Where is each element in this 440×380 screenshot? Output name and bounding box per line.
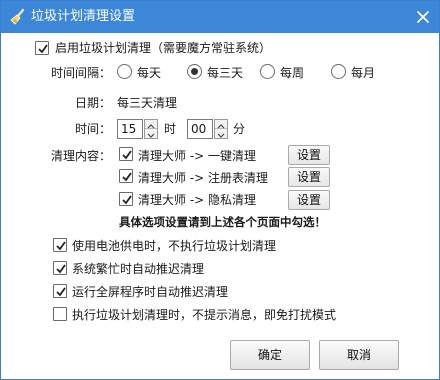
fullscreen-option-label: 运行全屏程序时自动推迟清理 xyxy=(72,285,229,299)
minute-unit: 分 xyxy=(233,122,246,136)
radio-daily-label: 每天 xyxy=(137,66,162,80)
radio-daily[interactable] xyxy=(117,64,132,79)
busy-option-checkbox[interactable] xyxy=(53,261,67,275)
radio-monthly[interactable] xyxy=(331,64,346,79)
minute-up-arrow-icon[interactable] xyxy=(215,120,227,129)
hour-spinner[interactable] xyxy=(144,119,158,139)
registry-settings-button[interactable]: 设置 xyxy=(288,167,330,187)
clean-content-label: 清理内容： xyxy=(51,149,112,163)
silent-mode-checkbox[interactable] xyxy=(53,307,67,321)
clean-item-label: 清理大师 -> 一键清理 xyxy=(138,149,257,163)
hour-unit: 时 xyxy=(164,122,177,136)
clean-item-checkbox-privacy[interactable] xyxy=(119,192,133,206)
radio-monthly-label: 每月 xyxy=(351,66,376,80)
fullscreen-option-checkbox[interactable] xyxy=(53,284,67,298)
minute-down-arrow-icon[interactable] xyxy=(215,129,227,138)
clean-item-label: 清理大师 -> 注册表清理 xyxy=(138,171,269,185)
battery-option-checkbox[interactable] xyxy=(53,238,67,252)
hour-up-arrow-icon[interactable] xyxy=(145,120,157,129)
clean-item-checkbox-oneclick[interactable] xyxy=(119,147,133,161)
cancel-button[interactable]: 取消 xyxy=(319,340,399,370)
silent-mode-label: 执行垃圾计划清理时，不提示消息，即免打扰模式 xyxy=(72,308,337,322)
enable-plan-label: 启用垃圾计划清理（需要魔方常驻系统） xyxy=(55,41,272,55)
interval-label: 时间间隔： xyxy=(51,66,112,80)
broom-icon xyxy=(9,8,27,26)
enable-plan-checkbox[interactable] xyxy=(35,41,49,55)
clean-note: 具体选项设置请到上述各个页面中勾选！ xyxy=(119,215,326,229)
radio-selected-dot xyxy=(191,68,198,75)
radio-every-three-days[interactable] xyxy=(187,64,202,79)
battery-option-label: 使用电池供电时，不执行垃圾计划清理 xyxy=(72,239,277,253)
clean-item-label: 清理大师 -> 隐私清理 xyxy=(138,193,257,207)
busy-option-label: 系统繁忙时自动推迟清理 xyxy=(72,262,205,276)
minute-spinner[interactable] xyxy=(214,119,228,139)
ok-button[interactable]: 确定 xyxy=(230,340,310,370)
privacy-settings-button[interactable]: 设置 xyxy=(288,190,330,210)
radio-every-three-days-label: 每三天 xyxy=(207,66,244,80)
close-icon[interactable] xyxy=(415,9,431,25)
oneclick-settings-button[interactable]: 设置 xyxy=(288,145,330,165)
time-label: 时间： xyxy=(75,122,112,136)
clean-item-checkbox-registry[interactable] xyxy=(119,169,133,183)
title-bar: 垃圾计划清理设置 xyxy=(1,1,439,33)
date-value: 每三天清理 xyxy=(117,96,178,110)
hour-down-arrow-icon[interactable] xyxy=(145,129,157,138)
window-title: 垃圾计划清理设置 xyxy=(31,9,136,24)
radio-weekly[interactable] xyxy=(260,64,275,79)
settings-dialog: 垃圾计划清理设置 启用垃圾计划清理（需要魔方常驻系统） 时间间隔： 每天 每三天… xyxy=(0,0,440,380)
hour-input[interactable]: 15 xyxy=(117,119,143,139)
radio-weekly-label: 每周 xyxy=(280,66,305,80)
date-label: 日期： xyxy=(75,96,112,110)
minute-input[interactable]: 00 xyxy=(187,119,213,139)
